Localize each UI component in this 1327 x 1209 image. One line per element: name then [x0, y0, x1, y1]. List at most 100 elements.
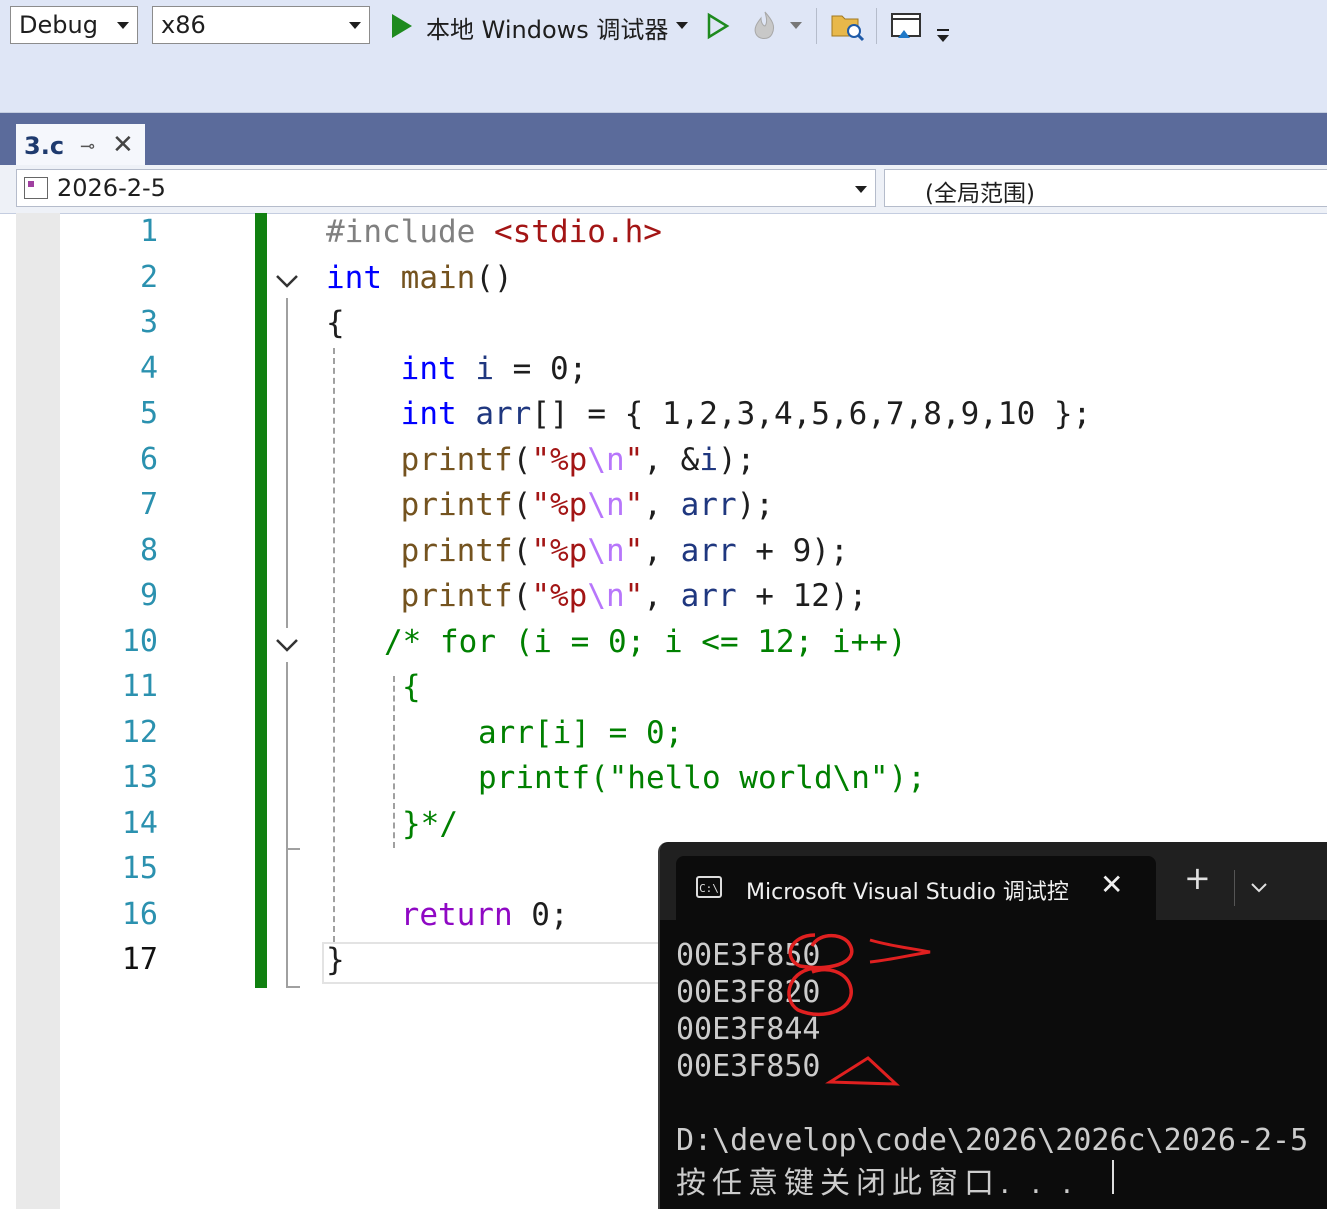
code-line-comment: printf("hello world\n"); — [478, 760, 926, 796]
fold-guide — [286, 850, 288, 986]
titlebar-separator — [1234, 870, 1235, 906]
code-line-comment: arr[i] = 0; — [478, 715, 684, 751]
token: \n — [587, 533, 625, 569]
token: } — [326, 942, 345, 978]
line-number: 6 — [139, 442, 158, 477]
chevron-down-icon[interactable] — [676, 22, 688, 32]
scope-label: (全局范围) — [925, 181, 1035, 207]
chevron-down-icon — [855, 186, 867, 193]
chevron-down-icon[interactable] — [790, 22, 802, 32]
code-line: return 0; — [326, 897, 569, 933]
code-line: int i = 0; — [326, 351, 588, 387]
line-number: 11 — [121, 669, 158, 704]
token: \n — [587, 442, 625, 478]
scope-dropdown[interactable]: (全局范围) — [884, 169, 1327, 207]
line-number: 10 — [121, 624, 158, 659]
platform-dropdown[interactable]: x86 — [152, 6, 370, 44]
fold-guide-end — [286, 986, 300, 988]
token: printf — [400, 533, 513, 569]
token: arr — [680, 533, 737, 569]
line-number: 8 — [139, 533, 158, 568]
token: () — [475, 260, 513, 296]
window-home-icon[interactable] — [890, 10, 924, 42]
line-number: 2 — [139, 260, 158, 295]
chevron-down-icon[interactable] — [1250, 882, 1268, 894]
line-number-current: 17 — [121, 942, 158, 977]
text-cursor — [1112, 1160, 1114, 1194]
token: arr — [680, 578, 737, 614]
token: main — [400, 260, 476, 296]
run-icon[interactable] — [390, 12, 414, 40]
start-debugging-button[interactable]: 本地 Windows 调试器 — [426, 10, 668, 45]
console-titlebar[interactable]: C:\ Microsoft Visual Studio 调试控 ✕ + — [660, 842, 1327, 920]
token: return — [400, 897, 513, 933]
token: , & — [643, 442, 700, 478]
fold-guide — [286, 662, 288, 848]
hot-reload-icon[interactable] — [748, 8, 782, 44]
console-output-line: 00E3F850 — [676, 938, 821, 973]
token: { — [326, 305, 345, 341]
line-number: 1 — [139, 214, 158, 249]
folder-search-icon[interactable] — [830, 10, 866, 42]
token: printf — [400, 487, 513, 523]
token: 0; — [512, 897, 569, 933]
code-line: printf("%p\n", arr); — [400, 487, 774, 523]
token: int — [400, 351, 457, 387]
indent-guide — [393, 676, 395, 848]
pin-icon[interactable]: ⊸ — [80, 136, 95, 157]
token: " — [624, 487, 644, 523]
close-icon[interactable]: ✕ — [1100, 868, 1123, 901]
code-line: printf("%p\n", arr + 9); — [400, 533, 849, 569]
code-line: #include <stdio.h> — [326, 214, 662, 250]
token: \n — [587, 487, 625, 523]
platform-value: x86 — [161, 11, 206, 39]
tab-3-c[interactable]: 3.c ⊸ ✕ — [16, 124, 145, 166]
chevron-down-icon — [117, 22, 129, 29]
code-line: printf("%p\n", arr + 12); — [400, 578, 868, 614]
token: " — [624, 533, 644, 569]
line-number: 7 — [139, 487, 158, 522]
token: \n — [587, 578, 625, 614]
console-output-line: 按任意键关闭此窗口. . . — [676, 1166, 1078, 1201]
overflow-chevron-icon[interactable] — [936, 28, 950, 44]
tab-title: 3.c — [24, 132, 65, 160]
console-tab[interactable]: C:\ Microsoft Visual Studio 调试控 ✕ — [676, 856, 1156, 920]
token: #include — [326, 214, 476, 250]
line-number: 15 — [121, 851, 158, 886]
console-title: Microsoft Visual Studio 调试控 — [746, 880, 1069, 905]
terminal-icon: C:\ — [696, 876, 722, 898]
code-line: int arr[] = { 1,2,3,4,5,6,7,8,9,10 }; — [326, 396, 1092, 432]
console-output-line: 00E3F844 — [676, 1012, 821, 1047]
new-tab-icon[interactable]: + — [1184, 862, 1211, 894]
line-number: 12 — [121, 715, 158, 750]
fold-guide — [286, 298, 288, 628]
line-number: 16 — [121, 897, 158, 932]
navigation-bar: 2026-2-5 (全局范围) — [0, 165, 1327, 214]
toolbar-separator — [876, 8, 877, 44]
token: i — [475, 351, 494, 387]
start-without-debugging-icon[interactable] — [706, 12, 730, 40]
configuration-dropdown[interactable]: Debug — [10, 6, 138, 44]
line-number: 5 — [139, 396, 158, 431]
token: arr — [475, 396, 532, 432]
project-name: 2026-2-5 — [57, 174, 166, 202]
code-line: int main() — [326, 260, 513, 296]
token: "%p — [531, 578, 588, 614]
collapse-chevron-icon[interactable] — [274, 268, 300, 294]
debug-console-window[interactable]: C:\ Microsoft Visual Studio 调试控 ✕ + 00E3… — [658, 842, 1327, 1209]
console-output-line: 00E3F850 — [676, 1049, 821, 1084]
token: printf — [400, 442, 513, 478]
token: "%p — [531, 533, 588, 569]
project-dropdown[interactable]: 2026-2-5 — [16, 169, 876, 207]
line-number: 3 — [139, 305, 158, 340]
code-line: } — [326, 942, 345, 978]
line-number: 13 — [121, 760, 158, 795]
close-icon[interactable]: ✕ — [112, 130, 134, 160]
token: + 9); — [736, 533, 849, 569]
token: printf — [400, 578, 513, 614]
line-number: 4 — [139, 351, 158, 386]
code-line-comment: }*/ — [402, 806, 458, 842]
collapse-chevron-icon[interactable] — [274, 632, 300, 658]
glyph-margin — [16, 213, 60, 1209]
token: "%p — [531, 442, 588, 478]
